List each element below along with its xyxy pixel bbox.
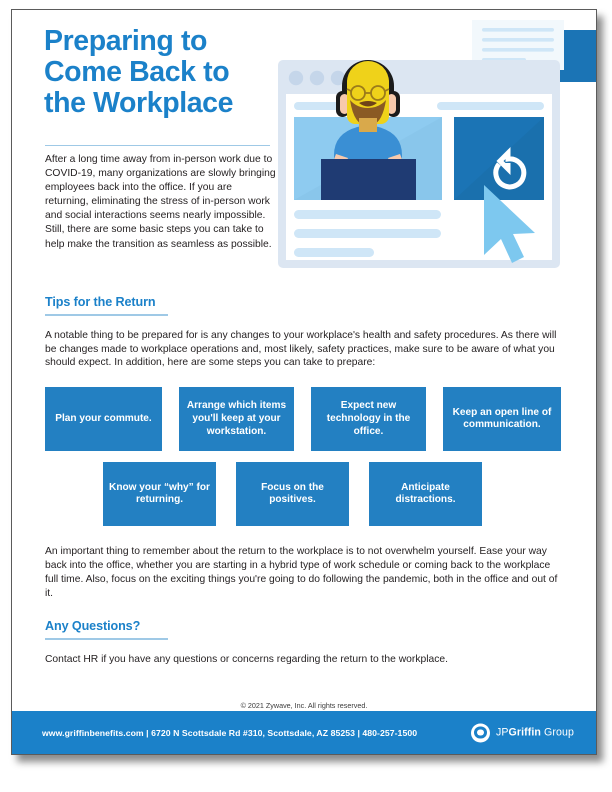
company-logo: JPGriffin Group [470, 723, 574, 742]
closing-paragraph: An important thing to remember about the… [45, 546, 558, 600]
logo-suffix: Group [541, 726, 574, 739]
footer-bar: www.griffinbenefits.com | 6720 N Scottsd… [12, 711, 596, 754]
tip-box[interactable]: Know your “why” for returning. [103, 462, 216, 527]
hero-section: Preparing to Come Back to the Workplace … [12, 10, 596, 282]
tip-box[interactable]: Keep an open line of communication. [443, 387, 561, 452]
tip-box[interactable]: Focus on the positives. [236, 462, 349, 527]
tips-row-1: Plan your commute. Arrange which items y… [45, 387, 565, 452]
tips-intro-paragraph: A notable thing to be prepared for is an… [45, 329, 557, 369]
copyright-notice: © 2021 Zywave, Inc. All rights reserved. [240, 701, 368, 710]
browser-window [278, 60, 560, 268]
tip-box[interactable]: Anticipate distractions. [369, 462, 482, 527]
main-content: Tips for the Return A notable thing to b… [45, 295, 565, 666]
footer-contact-info[interactable]: www.griffinbenefits.com | 6720 N Scottsd… [42, 728, 417, 738]
logo-prefix: JP [495, 726, 509, 739]
questions-heading-divider [45, 637, 168, 640]
questions-section-heading: Any Questions? [45, 618, 141, 633]
page-title: Preparing to Come Back to the Workplace [44, 26, 280, 119]
tip-box[interactable]: Arrange which items you'll keep at your … [179, 387, 294, 452]
questions-paragraph: Contact HR if you have any questions or … [45, 653, 448, 665]
logo-bold: Griffin [508, 726, 541, 739]
title-divider [45, 145, 270, 146]
page-title-line-3: the Workplace [44, 87, 234, 119]
tip-box[interactable]: Plan your commute. [45, 387, 162, 452]
video-conference-illustration [274, 18, 596, 286]
tips-heading-divider [45, 314, 168, 316]
tips-row-2: Know your “why” for returning. Focus on … [45, 462, 565, 527]
logo-mark-icon [470, 723, 490, 742]
hero-paragraph: After a long time away from in-person wo… [45, 154, 276, 250]
page-title-line-2: Come Back to [44, 56, 230, 88]
tip-box[interactable]: Expect new technology in the office. [311, 387, 426, 452]
tips-section-heading: Tips for the Return [45, 295, 156, 309]
flyer-page: Preparing to Come Back to the Workplace … [11, 9, 597, 755]
page-title-line-1: Preparing to [44, 25, 208, 57]
logo-wordmark: JPGriffin Group [496, 727, 574, 739]
